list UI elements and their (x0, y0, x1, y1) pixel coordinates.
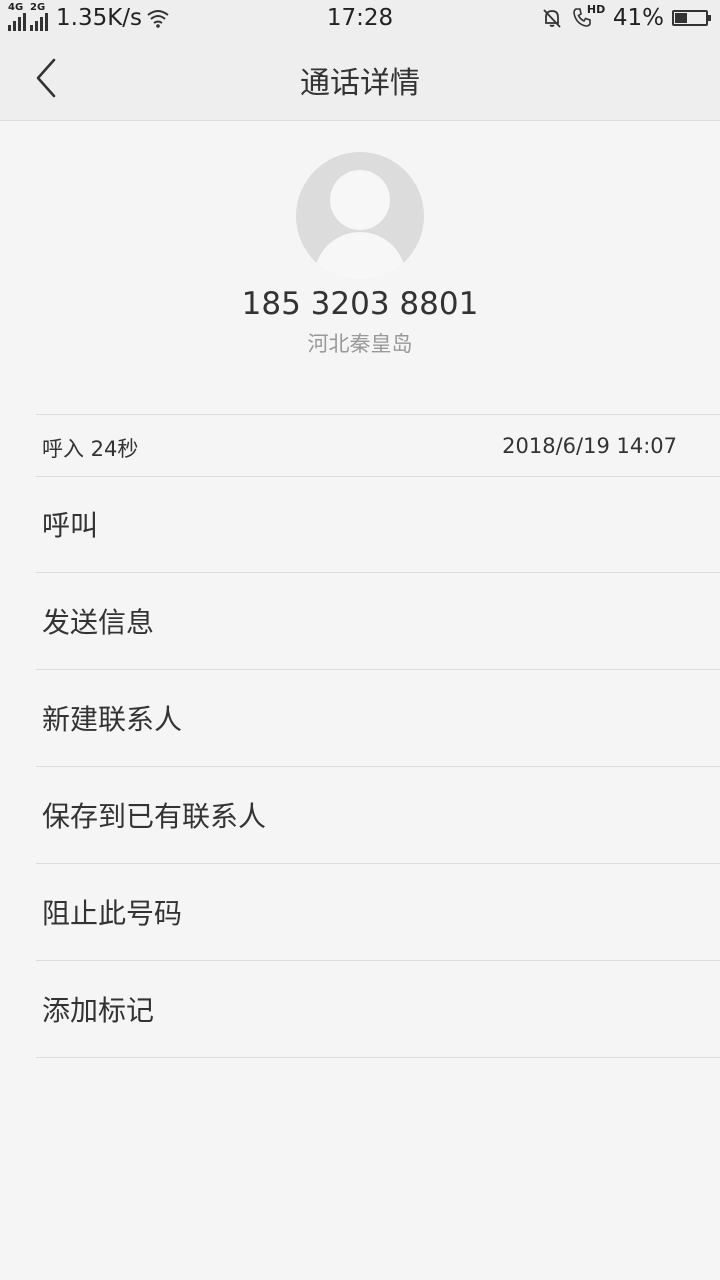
status-bar: 4G 2G 1.35K/s 17:28 HD 41% (0, 0, 720, 38)
call-datetime: 2018/6/19 14:07 (502, 434, 677, 458)
avatar (296, 152, 424, 280)
call-log-row: 呼入 24秒 2018/6/19 14:07 (36, 414, 720, 477)
battery-icon (672, 10, 711, 26)
phone-number: 185 3203 8801 (241, 286, 479, 322)
status-bar-right: HD 41% (541, 3, 711, 31)
send-message-button[interactable]: 发送信息 (36, 573, 720, 670)
new-contact-button[interactable]: 新建联系人 (36, 670, 720, 767)
call-button[interactable]: 呼叫 (36, 476, 720, 573)
call-type-duration: 呼入 24秒 (42, 437, 139, 461)
action-list: 呼叫 发送信息 新建联系人 保存到已有联系人 阻止此号码 添加标记 (36, 476, 720, 1058)
avatar-shoulders (314, 232, 406, 280)
hd-call-icon: HD (571, 3, 606, 30)
app-header: 通话详情 (0, 38, 720, 121)
save-to-existing-contact-button[interactable]: 保存到已有联系人 (36, 767, 720, 864)
block-number-button[interactable]: 阻止此号码 (36, 864, 720, 961)
avatar-head (330, 170, 390, 230)
add-mark-button[interactable]: 添加标记 (36, 961, 720, 1058)
battery-level-fill (675, 13, 688, 23)
battery-percent: 41% (612, 5, 664, 31)
hd-label: HD (586, 3, 606, 16)
phone-location: 河北秦皇岛 (307, 332, 413, 356)
page-title: 通话详情 (300, 66, 420, 101)
bell-muted-icon (543, 9, 561, 28)
